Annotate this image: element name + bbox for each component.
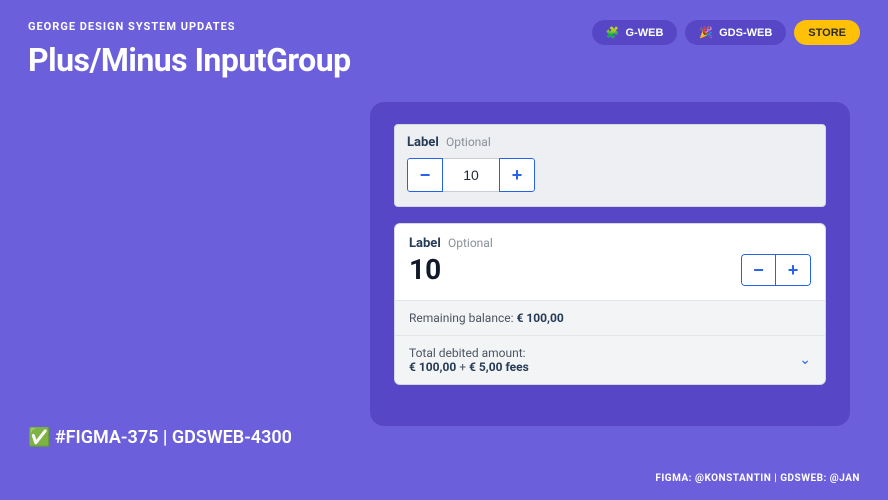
- gds-label: GDS-WEB: [719, 27, 772, 39]
- header-pills: 🧩 G-WEB 🎉 GDS-WEB STORE: [592, 20, 860, 45]
- label-text: Label: [407, 135, 439, 150]
- demo-canvas: Label Optional − + Label Optional 10 − +: [370, 102, 850, 426]
- quantity-stepper-2: − +: [741, 254, 811, 286]
- chevron-down-icon: ⌄: [799, 352, 811, 368]
- stepper-main-row: Label Optional 10 − +: [395, 224, 825, 300]
- optional-hint: Optional: [446, 135, 491, 149]
- gweb-pill[interactable]: 🧩 G-WEB: [592, 20, 678, 45]
- debit-amount-1: € 100,00: [409, 360, 456, 374]
- stepper-demo-detailed: Label Optional 10 − + Remaining balance:…: [394, 223, 826, 385]
- balance-text: Remaining balance: € 100,00: [409, 311, 564, 325]
- plus-button-2[interactable]: +: [776, 255, 810, 285]
- balance-value: € 100,00: [517, 311, 564, 325]
- store-label: STORE: [808, 27, 846, 39]
- header-left: GEORGE DESIGN SYSTEM UPDATES Plus/Minus …: [28, 20, 351, 79]
- label-row-2: Label Optional: [409, 236, 493, 251]
- debit-text: Total debited amount: € 100,00 + € 5,00 …: [409, 346, 529, 374]
- balance-label: Remaining balance:: [409, 311, 514, 325]
- stepper-demo-compact: Label Optional − +: [394, 124, 826, 207]
- ticket-text: #FIGMA-375 | GDSWEB-4300: [55, 427, 292, 448]
- optional-hint-2: Optional: [448, 236, 493, 250]
- ticket-reference: ✅ #FIGMA-375 | GDSWEB-4300: [28, 427, 292, 448]
- credits-line: FIGMA: @KONSTANTIN | GDSWEB: @JAN: [655, 473, 860, 484]
- minus-button[interactable]: −: [407, 158, 443, 192]
- debit-amount-2: € 5,00 fees: [469, 360, 529, 374]
- big-value: 10: [409, 253, 493, 286]
- plus-button[interactable]: +: [499, 158, 535, 192]
- sparkle-icon: 🎉: [699, 26, 713, 39]
- stepper-value-block: Label Optional 10: [409, 236, 493, 286]
- subtitle: GEORGE DESIGN SYSTEM UPDATES: [28, 20, 351, 33]
- minus-button-2[interactable]: −: [742, 255, 776, 285]
- gdsweb-pill[interactable]: 🎉 GDS-WEB: [685, 20, 786, 45]
- total-debited-row[interactable]: Total debited amount: € 100,00 + € 5,00 …: [395, 335, 825, 384]
- store-pill[interactable]: STORE: [794, 20, 860, 45]
- remaining-balance-row: Remaining balance: € 100,00: [395, 300, 825, 335]
- header: GEORGE DESIGN SYSTEM UPDATES Plus/Minus …: [0, 0, 888, 79]
- page-title: Plus/Minus InputGroup: [28, 41, 351, 79]
- label-row: Label Optional: [407, 135, 813, 150]
- check-icon: ✅: [28, 427, 50, 448]
- gweb-label: G-WEB: [626, 27, 664, 39]
- debit-label: Total debited amount:: [409, 346, 526, 360]
- label-text-2: Label: [409, 236, 441, 251]
- stepper-input[interactable]: [443, 158, 499, 192]
- quantity-stepper: − +: [407, 158, 535, 192]
- debit-plus: +: [456, 360, 469, 374]
- figma-icon: 🧩: [606, 26, 620, 39]
